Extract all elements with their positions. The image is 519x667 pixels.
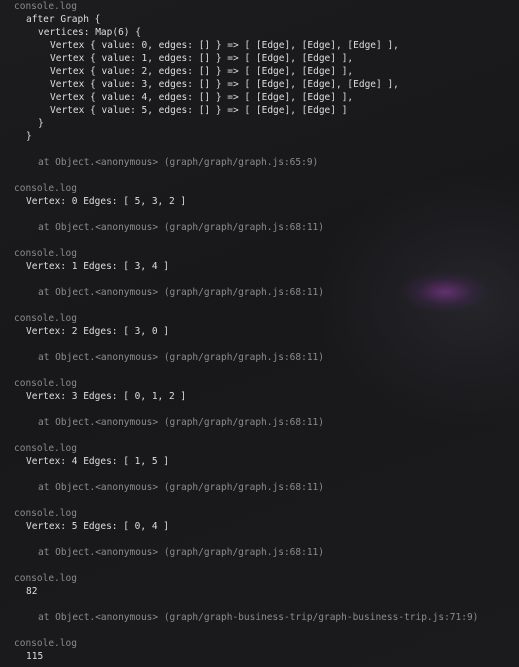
stack-trace: at Object.<anonymous> (graph/graph/graph… bbox=[38, 547, 324, 558]
trip-cost-value: 82 bbox=[26, 586, 38, 597]
stack-trace: at Object.<anonymous> (graph/graph/graph… bbox=[38, 287, 324, 298]
log-entry-vertex: console.log Vertex: 3 Edges: [ 0, 1, 2 ]… bbox=[14, 377, 514, 442]
log-entry-vertex: console.log Vertex: 4 Edges: [ 1, 5 ] at… bbox=[14, 442, 514, 507]
stack-trace: at Object.<anonymous> (graph/graph/graph… bbox=[38, 417, 324, 428]
vertex-row: Vertex { value: 0, edges: [] } => [ [Edg… bbox=[50, 40, 399, 51]
log-entry-graph: console.log after Graph { vertices: Map(… bbox=[14, 0, 514, 182]
log-label: console.log bbox=[14, 1, 77, 12]
vertex-edges-text: Vertex: 2 Edges: [ 3, 0 ] bbox=[26, 326, 169, 337]
vertex-row: Vertex { value: 5, edges: [] } => [ [Edg… bbox=[50, 105, 348, 116]
log-entry-vertex: console.log Vertex: 0 Edges: [ 5, 3, 2 ]… bbox=[14, 182, 514, 247]
log-entry-final: console.log 115 bbox=[14, 637, 514, 663]
vertex-edges-text: Vertex: 1 Edges: [ 3, 4 ] bbox=[26, 261, 169, 272]
vertex-edges-text: Vertex: 5 Edges: [ 0, 4 ] bbox=[26, 521, 169, 532]
graph-title: after Graph { bbox=[26, 14, 101, 25]
log-label: console.log bbox=[14, 508, 77, 519]
vertex-edges-text: Vertex: 3 Edges: [ 0, 1, 2 ] bbox=[26, 391, 187, 402]
log-label: console.log bbox=[14, 638, 77, 649]
log-entry-vertex: console.log Vertex: 1 Edges: [ 3, 4 ] at… bbox=[14, 247, 514, 312]
stack-trace: at Object.<anonymous> (graph/graph/graph… bbox=[38, 157, 319, 168]
log-label: console.log bbox=[14, 183, 77, 194]
vertex-edges-text: Vertex: 0 Edges: [ 5, 3, 2 ] bbox=[26, 196, 187, 207]
stack-trace: at Object.<anonymous> (graph/graph/graph… bbox=[38, 482, 324, 493]
vertex-row: Vertex { value: 2, edges: [] } => [ [Edg… bbox=[50, 66, 354, 77]
log-entry-vertex: console.log Vertex: 5 Edges: [ 0, 4 ] at… bbox=[14, 507, 514, 572]
log-label: console.log bbox=[14, 443, 77, 454]
vertex-row: Vertex { value: 1, edges: [] } => [ [Edg… bbox=[50, 53, 354, 64]
log-label: console.log bbox=[14, 313, 77, 324]
stack-trace: at Object.<anonymous> (graph/graph-busin… bbox=[38, 612, 479, 623]
terminal-output: console.log after Graph { vertices: Map(… bbox=[14, 0, 514, 663]
stack-trace: at Object.<anonymous> (graph/graph/graph… bbox=[38, 352, 324, 363]
log-entry-trip: console.log 82 at Object.<anonymous> (gr… bbox=[14, 572, 514, 637]
graph-close: } bbox=[26, 131, 32, 142]
vertex-edges-text: Vertex: 4 Edges: [ 1, 5 ] bbox=[26, 456, 169, 467]
log-label: console.log bbox=[14, 378, 77, 389]
stack-trace: at Object.<anonymous> (graph/graph/graph… bbox=[38, 222, 324, 233]
log-label: console.log bbox=[14, 573, 77, 584]
final-value: 115 bbox=[26, 651, 44, 662]
vertices-map-open: vertices: Map(6) { bbox=[38, 27, 141, 38]
vertex-row: Vertex { value: 3, edges: [] } => [ [Edg… bbox=[50, 79, 399, 90]
vertices-map-close: } bbox=[38, 118, 44, 129]
log-label: console.log bbox=[14, 248, 77, 259]
log-entry-vertex: console.log Vertex: 2 Edges: [ 3, 0 ] at… bbox=[14, 312, 514, 377]
vertex-row: Vertex { value: 4, edges: [] } => [ [Edg… bbox=[50, 92, 354, 103]
